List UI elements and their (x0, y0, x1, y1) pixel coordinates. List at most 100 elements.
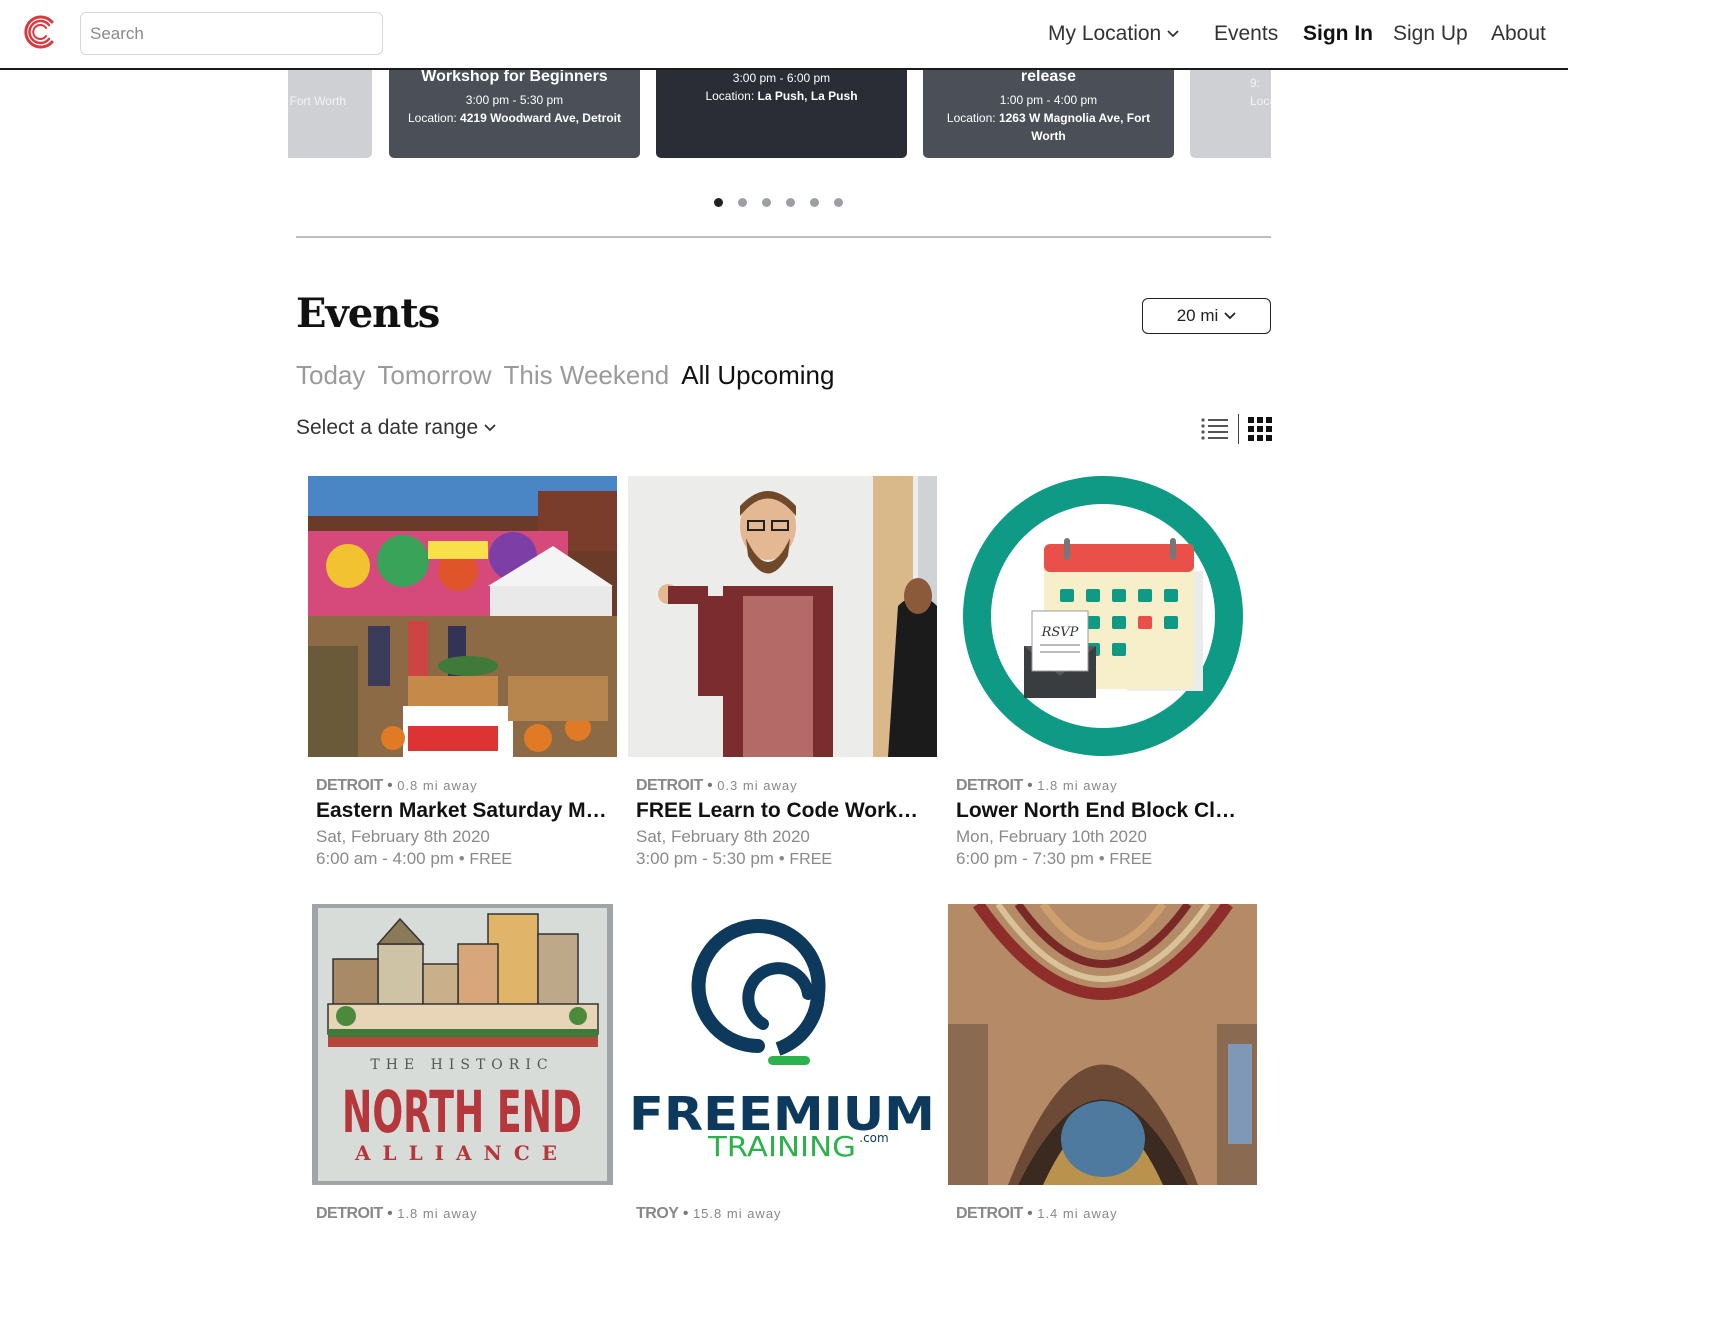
event-time: 3:00 pm - 5:30 pm • FREE (636, 849, 833, 868)
rsvp-calendar-icon: RSVP (948, 476, 1257, 757)
event-card[interactable]: DETROIT • 1.4 mi away (948, 904, 1257, 1223)
event-meta: TROY • 15.8 mi away (636, 1205, 782, 1222)
carousel-dot[interactable] (786, 198, 795, 207)
chevron-down-icon (1224, 312, 1236, 320)
event-city: DETROIT (956, 777, 1023, 794)
date-range-dropdown[interactable]: Select a date range (296, 416, 496, 440)
slide-location: Location: 1263 W Magnolia Ave, Fort Wort… (946, 111, 1151, 143)
event-city: DETROIT (316, 1205, 383, 1222)
event-card[interactable]: FREEMIUM TRAINING .com TROY • 15.8 mi aw… (628, 904, 937, 1223)
slide-title: release (1020, 70, 1077, 85)
slide-location: Location: 4219 Woodward Ave, Detroit (408, 111, 621, 125)
event-city: DETROIT (636, 777, 703, 794)
event-meta: DETROIT • 1.4 mi away (956, 1205, 1118, 1222)
nav-about-link[interactable]: About (1491, 19, 1546, 49)
event-image-teacher[interactable] (628, 476, 937, 757)
date-range-label: Select a date range (296, 416, 479, 439)
event-image-freemium[interactable]: FREEMIUM TRAINING .com (628, 904, 937, 1185)
carousel-slide[interactable]: release 1:00 pm - 4:00 pm Location: 1263… (923, 70, 1174, 158)
event-title[interactable]: Eastern Market Saturday Market (308, 799, 608, 823)
featured-carousel: m Fort Worth Workshop for Beginners 3:00… (288, 70, 1271, 158)
top-navbar: My Location Events Sign In Sign Up About (0, 0, 1568, 70)
freemium-training-logo: FREEMIUM TRAINING .com (628, 904, 937, 1185)
carousel-dot[interactable] (738, 198, 747, 207)
nav-events-link[interactable]: Events (1214, 19, 1278, 49)
slide-time: 1:00 pm - 4:00 pm (999, 93, 1098, 107)
logo-icon[interactable] (22, 14, 58, 50)
event-distance: 1.8 mi away (397, 1206, 478, 1221)
event-title[interactable]: Lower North End Block Club Meeting (948, 799, 1248, 823)
date-filter-tabs: Today Tomorrow This Weekend All Upcoming (296, 360, 834, 391)
market-photo (308, 476, 617, 757)
event-image-rsvp[interactable]: RSVP (948, 476, 1257, 757)
event-meta: DETROIT • 1.8 mi away (956, 777, 1118, 794)
tab-all-upcoming[interactable]: All Upcoming (681, 360, 834, 391)
slide-time: 3:00 pm - 6:00 pm (732, 71, 831, 85)
north-end-alliance-logo: THE HISTORIC NORTH END ALLIANCE (308, 904, 617, 1185)
event-time: 6:00 am - 4:00 pm • FREE (316, 849, 513, 868)
tab-tomorrow[interactable]: Tomorrow (377, 360, 491, 391)
cathedral-photo (948, 904, 1257, 1185)
slide-location: Locat (1250, 94, 1271, 108)
carousel-dot[interactable] (834, 198, 843, 207)
event-title[interactable]: FREE Learn to Code Workshop (628, 799, 928, 823)
event-distance: 15.8 mi away (692, 1206, 782, 1221)
carousel-slide[interactable]: 9: Locat (1190, 70, 1271, 158)
event-city: TROY (636, 1205, 679, 1222)
tab-today[interactable]: Today (296, 360, 365, 391)
event-distance: 0.8 mi away (397, 778, 478, 793)
rsvp-text: RSVP (1041, 625, 1079, 640)
radius-value: 20 mi (1176, 306, 1219, 325)
event-price: FREE (469, 851, 513, 868)
event-time: 6:00 pm - 7:30 pm • FREE (956, 849, 1153, 868)
event-card[interactable]: DETROIT • 0.8 mi away Eastern Market Sat… (308, 476, 617, 869)
event-card[interactable]: THE HISTORIC NORTH END ALLIANCE DETROIT … (308, 904, 617, 1223)
event-card[interactable]: DETROIT • 0.3 mi away FREE Learn to Code… (628, 476, 937, 869)
nav-my-location-label: My Location (1048, 22, 1162, 45)
event-image-northend[interactable]: THE HISTORIC NORTH END ALLIANCE (308, 904, 617, 1185)
nav-sign-up-link[interactable]: Sign Up (1393, 19, 1468, 49)
event-date: Mon, February 10th 2020 (956, 827, 1147, 846)
nav-my-location[interactable]: My Location (1048, 19, 1179, 49)
slide-title: Workshop for Beginners (421, 70, 608, 85)
carousel-dot[interactable] (762, 198, 771, 207)
slide-time: 3:00 pm - 5:30 pm (465, 93, 564, 107)
event-meta: DETROIT • 0.3 mi away (636, 777, 798, 794)
event-card[interactable]: RSVP DETROIT • 1.8 mi away Lower North E… (948, 476, 1257, 869)
nav-sign-in-link[interactable]: Sign In (1303, 19, 1373, 49)
chevron-down-icon (484, 424, 496, 432)
event-meta: DETROIT • 1.8 mi away (316, 1205, 478, 1222)
event-distance: 1.4 mi away (1037, 1206, 1118, 1221)
event-city: DETROIT (316, 777, 383, 794)
grid-view-icon[interactable] (1247, 416, 1273, 442)
radius-dropdown[interactable]: 20 mi (1142, 298, 1271, 334)
page-title: Events (296, 290, 440, 337)
logo-top-text: THE HISTORIC (370, 1057, 553, 1073)
event-price: FREE (789, 851, 833, 868)
carousel-slide[interactable]: 3:00 pm - 6:00 pm Location: La Push, La … (656, 70, 907, 158)
view-toggle-divider (1238, 414, 1239, 444)
event-price: FREE (1109, 851, 1153, 868)
teacher-photo (628, 476, 937, 757)
section-divider (296, 236, 1271, 238)
slide-location: Fort Worth (289, 94, 346, 108)
carousel-slide[interactable]: Workshop for Beginners 3:00 pm - 5:30 pm… (389, 70, 640, 158)
carousel-dot[interactable] (810, 198, 819, 207)
list-view-icon[interactable] (1200, 416, 1230, 442)
training-text: TRAINING (707, 1130, 856, 1163)
carousel-dot[interactable] (714, 198, 723, 207)
slide-location: Location: La Push, La Push (705, 89, 858, 103)
chevron-down-icon (1167, 30, 1179, 38)
event-meta: DETROIT • 0.8 mi away (316, 777, 478, 794)
slide-time: 9: (1250, 76, 1261, 90)
logo-main-text: NORTH END (342, 1078, 582, 1146)
logo-bottom-text: ALLIANCE (354, 1141, 569, 1165)
carousel-slide[interactable]: m Fort Worth (288, 70, 372, 158)
event-image-cathedral[interactable] (948, 904, 1257, 1185)
slide-time: m (288, 74, 372, 92)
search-input[interactable] (80, 12, 383, 55)
event-image-market[interactable] (308, 476, 617, 757)
event-distance: 0.3 mi away (717, 778, 798, 793)
training-com-text: .com (859, 1131, 888, 1145)
tab-this-weekend[interactable]: This Weekend (504, 360, 670, 391)
